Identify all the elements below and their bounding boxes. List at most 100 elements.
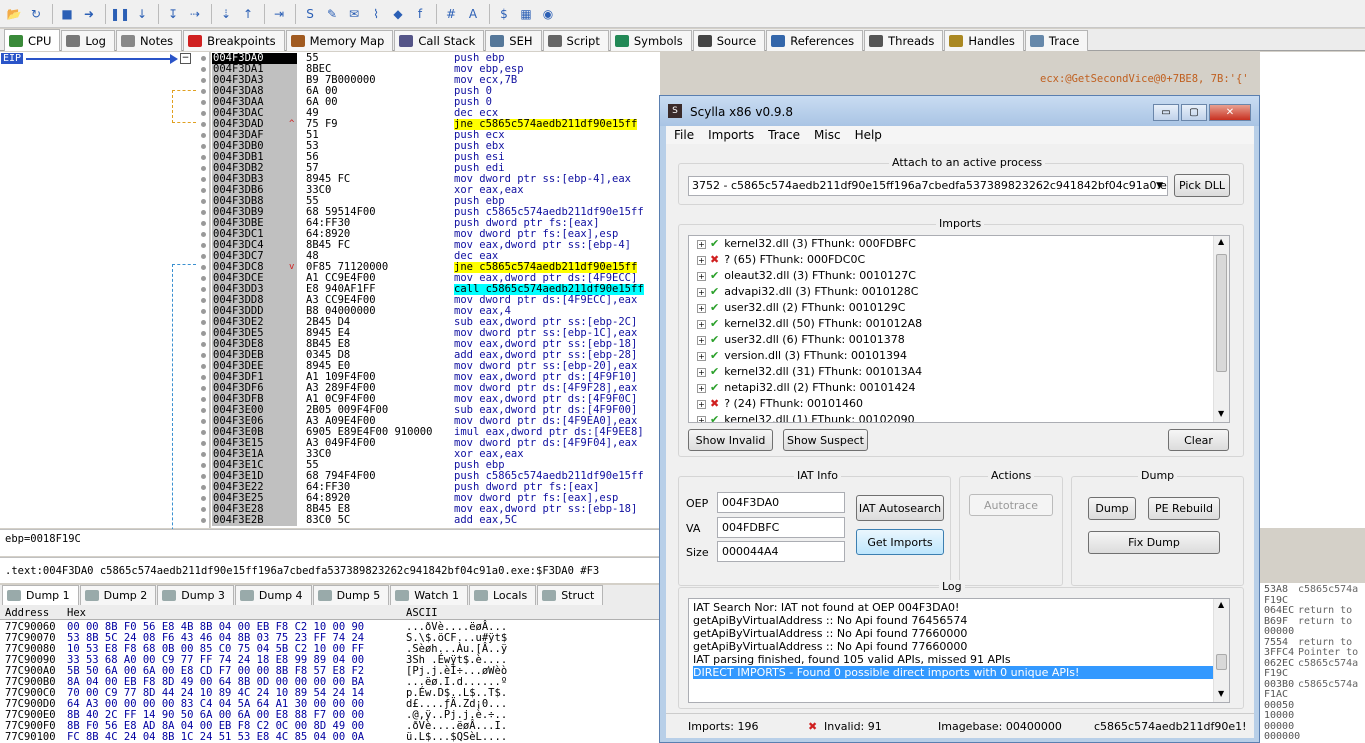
dump-tab-dump-5[interactable]: Dump 5 bbox=[312, 585, 390, 605]
breakpoint-dot-icon[interactable] bbox=[201, 199, 206, 204]
import-tree-item[interactable]: + ✔ kernel32.dll (1) FThunk: 00102090 bbox=[697, 412, 915, 422]
breakpoint-dot-icon[interactable] bbox=[201, 518, 206, 523]
breakpoint-dot-icon[interactable] bbox=[201, 100, 206, 105]
tab-breakpoints[interactable]: Breakpoints bbox=[183, 30, 285, 51]
step-over-icon[interactable]: ↧ bbox=[163, 4, 183, 24]
breakpoint-dot-icon[interactable] bbox=[201, 375, 206, 380]
log-list[interactable]: ▲ ▼ IAT Search Nor: IAT not found at OEP… bbox=[688, 598, 1230, 703]
breakpoint-dot-icon[interactable] bbox=[201, 210, 206, 215]
breakpoint-dot-icon[interactable] bbox=[201, 331, 206, 336]
scroll-down-icon[interactable]: ▼ bbox=[1218, 689, 1224, 698]
get-imports-button[interactable]: Get Imports bbox=[856, 529, 944, 555]
disassembly-view[interactable]: 004F3DA0 55 push ebp 004F3DA1 8BEC mov ebp,es… bbox=[211, 52, 660, 528]
menu-imports[interactable]: Imports bbox=[708, 126, 754, 144]
iat-autosearch-button[interactable]: IAT Autosearch bbox=[856, 495, 944, 521]
disasm-row[interactable]: 004F3DAA 6A 00 push 0 bbox=[211, 97, 660, 108]
log-entry[interactable]: getApiByVirtualAddress :: No Api found 7… bbox=[693, 627, 967, 640]
disasm-row[interactable]: 004F3DB3 8945 FC mov dword ptr ss:[ebp-4],… bbox=[211, 174, 660, 185]
import-tree-item[interactable]: + ✔ kernel32.dll (31) FThunk: 001013A4 bbox=[697, 364, 922, 380]
strings-icon[interactable]: $ bbox=[494, 4, 514, 24]
expand-icon[interactable]: + bbox=[697, 287, 706, 297]
dump-tab-dump-3[interactable]: Dump 3 bbox=[157, 585, 234, 605]
dump-tab-struct[interactable]: Struct bbox=[537, 585, 604, 605]
pe-rebuild-button[interactable]: PE Rebuild bbox=[1148, 497, 1220, 520]
tab-references[interactable]: References bbox=[766, 30, 864, 51]
breakpoint-dot-icon[interactable] bbox=[201, 177, 206, 182]
breakpoint-dot-icon[interactable] bbox=[201, 463, 206, 468]
expand-icon[interactable]: + bbox=[697, 271, 706, 281]
font-icon[interactable]: A bbox=[463, 4, 483, 24]
patch-icon[interactable]: ✎ bbox=[322, 4, 342, 24]
imports-tree[interactable]: ▲ ▼ + ✔ kernel32.dll (3) FThunk: 000FDBFC +… bbox=[688, 235, 1230, 423]
breakpoint-dot-icon[interactable] bbox=[201, 298, 206, 303]
disasm-row[interactable]: 004F3DC4 8B45 FC mov eax,dword ptr ss:[ebp… bbox=[211, 240, 660, 251]
open-icon[interactable]: 📂 bbox=[4, 4, 24, 24]
disasm-row[interactable]: 004F3E2B 83C0 5C add eax,5C bbox=[211, 515, 660, 526]
disasm-row[interactable]: 004F3DAD ^ 75 F9 jne c5865c574aedb211df90e1… bbox=[211, 119, 660, 130]
log-scroll-thumb[interactable] bbox=[1216, 654, 1227, 670]
imports-scrollbar[interactable]: ▲ ▼ bbox=[1213, 236, 1229, 422]
expand-icon[interactable]: + bbox=[697, 383, 706, 393]
dump-button[interactable]: Dump bbox=[1088, 497, 1136, 520]
scroll-up-icon[interactable]: ▲ bbox=[1218, 237, 1224, 246]
autotrace-button[interactable]: Autotrace bbox=[969, 494, 1053, 516]
run-icon[interactable]: ➜ bbox=[79, 4, 99, 24]
dump-header-address[interactable]: Address bbox=[5, 607, 49, 619]
disasm-row[interactable]: 004F3DB1 56 push esi bbox=[211, 152, 660, 163]
expand-icon[interactable]: + bbox=[697, 319, 706, 329]
log-entry[interactable]: getApiByVirtualAddress :: No Api found 7… bbox=[693, 640, 967, 653]
pick-dll-button[interactable]: Pick DLL bbox=[1174, 174, 1230, 197]
restart-icon[interactable]: ↻ bbox=[26, 4, 46, 24]
breakpoint-dot-icon[interactable] bbox=[201, 265, 206, 270]
show-invalid-button[interactable]: Show Invalid bbox=[688, 429, 773, 451]
breakpoint-dot-icon[interactable] bbox=[201, 441, 206, 446]
scylla-titlebar[interactable]: S Scylla x86 v0.9.8 ▭ ▢ ✕ bbox=[660, 96, 1259, 126]
breakpoint-dot-icon[interactable] bbox=[201, 386, 206, 391]
stack-view[interactable]: 53A8 c5865c574a F19C 064EC return to B69F retu… bbox=[1260, 583, 1365, 743]
tab-log[interactable]: Log bbox=[61, 30, 115, 51]
pause-icon[interactable]: ❚❚ bbox=[110, 4, 130, 24]
import-tree-item[interactable]: + ✔ user32.dll (2) FThunk: 0010129C bbox=[697, 300, 905, 316]
breakpoint-dot-icon[interactable] bbox=[201, 188, 206, 193]
disasm-row[interactable]: 004F3DB0 53 push ebx bbox=[211, 141, 660, 152]
breakpoint-dot-icon[interactable] bbox=[201, 133, 206, 138]
dump-tab-dump-4[interactable]: Dump 4 bbox=[234, 585, 312, 605]
function-icon[interactable]: f bbox=[410, 4, 430, 24]
breakpoint-dot-icon[interactable] bbox=[201, 452, 206, 457]
breakpoint-dot-icon[interactable] bbox=[201, 408, 206, 413]
dump-tab-dump-2[interactable]: Dump 2 bbox=[79, 585, 157, 605]
dump-view[interactable]: Address Hex ASCII 77C90060 00 00 8B F0 56… bbox=[0, 606, 660, 743]
dump-header-hex[interactable]: Hex bbox=[67, 607, 86, 619]
breakpoint-dot-icon[interactable] bbox=[201, 364, 206, 369]
calculator-icon[interactable]: ▦ bbox=[516, 4, 536, 24]
breakpoint-dot-icon[interactable] bbox=[201, 144, 206, 149]
step-into-icon[interactable]: ↓ bbox=[132, 4, 152, 24]
close-button[interactable]: ✕ bbox=[1209, 104, 1251, 121]
breakpoint-dot-icon[interactable] bbox=[201, 474, 206, 479]
expand-icon[interactable]: + bbox=[697, 239, 706, 249]
disasm-row[interactable]: 004F3E1A 33C0 xor eax,eax bbox=[211, 449, 660, 460]
globe-icon[interactable]: ◉ bbox=[538, 4, 558, 24]
dump-tab-locals[interactable]: Locals bbox=[468, 585, 537, 605]
tab-threads[interactable]: Threads bbox=[864, 30, 944, 51]
tab-handles[interactable]: Handles bbox=[944, 30, 1024, 51]
breakpoint-dot-icon[interactable] bbox=[201, 309, 206, 314]
breakpoint-dot-icon[interactable] bbox=[201, 111, 206, 116]
import-tree-item[interactable]: + ✖ ? (65) FThunk: 000FDC0C bbox=[697, 252, 865, 268]
breakpoint-dot-icon[interactable] bbox=[201, 67, 206, 72]
size-field[interactable]: 000044A4 bbox=[717, 541, 845, 562]
disasm-row[interactable]: 004F3DAF 51 push ecx bbox=[211, 130, 660, 141]
log-entry[interactable]: IAT parsing finished, found 105 valid AP… bbox=[693, 653, 1011, 666]
trace-into-icon[interactable]: ⇢ bbox=[185, 4, 205, 24]
expand-icon[interactable]: + bbox=[697, 303, 706, 313]
breakpoint-dot-icon[interactable] bbox=[201, 419, 206, 424]
expand-icon[interactable]: + bbox=[697, 399, 706, 409]
expand-icon[interactable]: + bbox=[697, 255, 706, 265]
log-entry[interactable]: DIRECT IMPORTS - Found 0 possible direct… bbox=[693, 666, 1213, 679]
dump-tab-dump-1[interactable]: Dump 1 bbox=[2, 585, 79, 605]
disasm-row[interactable]: 004F3DA0 55 push ebp bbox=[211, 53, 660, 64]
expand-icon[interactable]: + bbox=[697, 351, 706, 361]
menu-misc[interactable]: Misc bbox=[814, 126, 841, 144]
run-to-user-code-icon[interactable]: ⇥ bbox=[269, 4, 289, 24]
disasm-row[interactable]: 004F3DA1 8BEC mov ebp,esp bbox=[211, 64, 660, 75]
